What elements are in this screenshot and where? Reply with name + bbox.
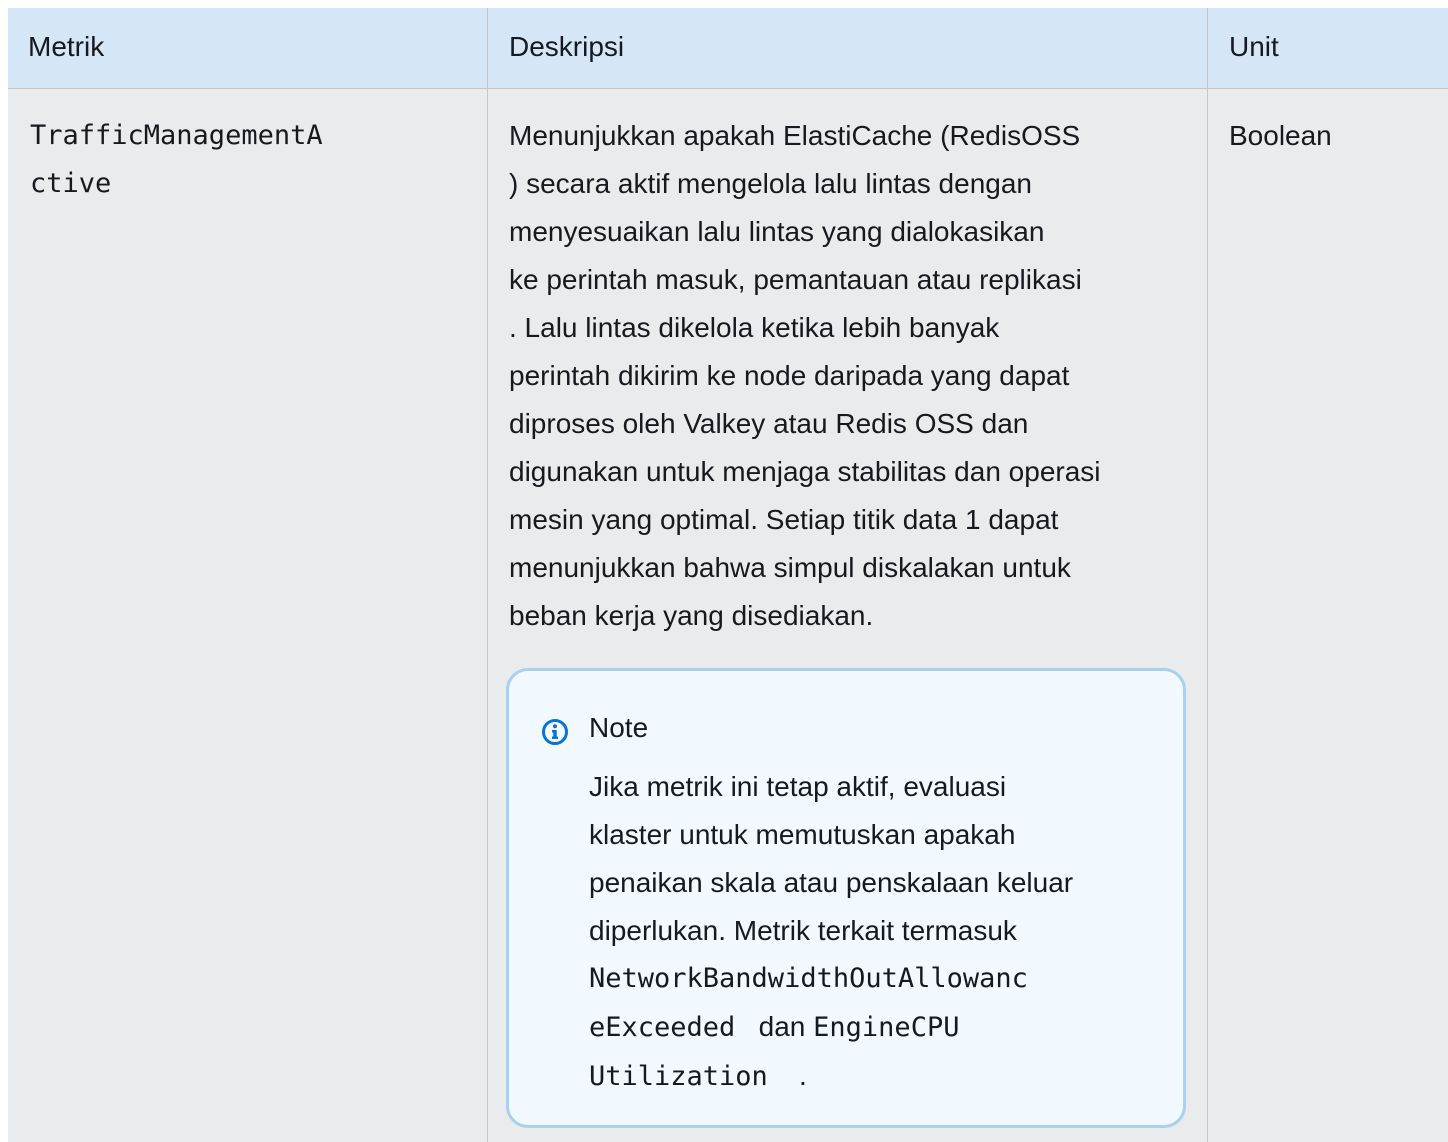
note-line: diperlukan. Metrik terkait termasuk <box>589 915 1017 946</box>
metric-name-line-1: TrafficManagementA <box>30 120 323 151</box>
description-line: perintah dikirim ke node daripada yang d… <box>509 360 1070 391</box>
note-body: Jika metrik ini tetap aktif, evaluasi kl… <box>589 763 1169 1101</box>
note-line: penaikan skala atau penskalaan keluar <box>589 867 1074 898</box>
column-divider-1 <box>487 8 488 1142</box>
table-header-row: Metrik Deskripsi Unit <box>8 8 1448 88</box>
cell-metric-name: TrafficManagementA ctive <box>30 112 470 208</box>
note-callout: Note Jika metrik ini tetap aktif, evalua… <box>506 668 1186 1128</box>
note-title: Note <box>589 712 649 743</box>
column-divider-2 <box>1207 8 1208 1142</box>
note-code-line-4: Utilization . <box>589 1052 1169 1101</box>
note-code-line-2: eExceeded dan EngineCPU <box>589 1003 1169 1052</box>
header-unit: Unit <box>1229 31 1279 62</box>
note-line: Jika metrik ini tetap aktif, evaluasi <box>589 771 1007 802</box>
description-line: Menunjukkan apakah ElastiCache (RedisOSS <box>509 120 1081 151</box>
description-line: ) secara aktif mengelola lalu lintas den… <box>509 168 1032 199</box>
description-line: digunakan untuk menjaga stabilitas dan o… <box>509 456 1101 487</box>
metrics-table: Metrik Deskripsi Unit TrafficManagementA… <box>8 8 1448 1142</box>
description-line: mesin yang optimal. Setiap titik data 1 … <box>509 504 1059 535</box>
description-line: . Lalu lintas dikelola ketika lebih bany… <box>509 312 1000 343</box>
cell-description: Menunjukkan apakah ElastiCache (RedisOSS… <box>509 112 1199 640</box>
metric-name-line-2: ctive <box>30 168 112 199</box>
info-icon <box>542 719 568 745</box>
note-end-punct: . <box>798 1060 807 1091</box>
description-line: diproses oleh Valkey atau Redis OSS dan <box>509 408 1029 439</box>
header-description: Deskripsi <box>509 31 625 62</box>
cell-unit: Boolean <box>1229 120 1332 151</box>
header-divider <box>8 88 1448 89</box>
note-line: klaster untuk memutuskan apakah <box>589 819 1016 850</box>
header-metric: Metrik <box>28 31 105 62</box>
note-code-exceeded: eExceeded <box>589 1012 736 1043</box>
note-connector: dan <box>758 1011 806 1042</box>
note-code-utilization: Utilization <box>589 1061 768 1092</box>
note-code-enginecpu: EngineCPU <box>813 1012 960 1043</box>
description-line: beban kerja yang disediakan. <box>509 600 874 631</box>
description-line: menyesuaikan lalu lintas yang dialokasik… <box>509 216 1045 247</box>
description-line: ke perintah masuk, pemantauan atau repli… <box>509 264 1082 295</box>
note-code-network-bandwidth: NetworkBandwidthOutAllowanc <box>589 963 1028 994</box>
description-line: menunjukkan bahwa simpul diskalakan untu… <box>509 552 1071 583</box>
